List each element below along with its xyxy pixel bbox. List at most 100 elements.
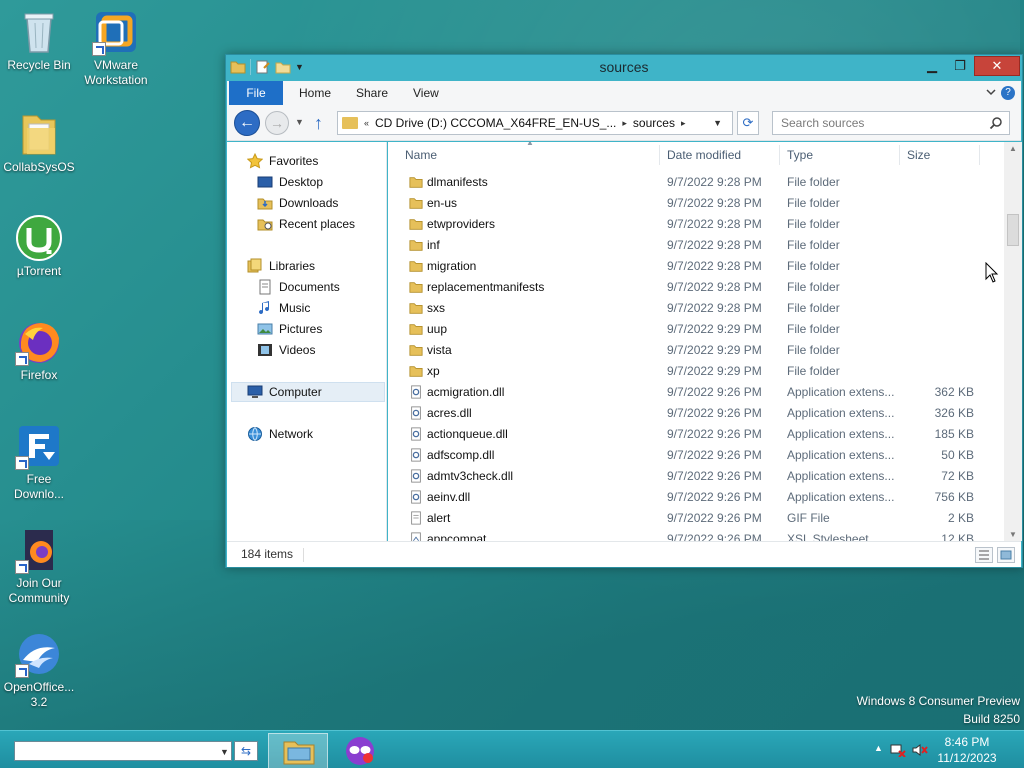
table-row[interactable]: sxs 9/7/2022 9:28 PM File folder [388, 298, 1004, 319]
desktop-icon-utorrent[interactable]: µTorrent [1, 214, 77, 279]
table-row[interactable]: vista 9/7/2022 9:29 PM File folder [388, 340, 1004, 361]
scroll-thumb[interactable] [1007, 214, 1019, 246]
table-row[interactable]: acmigration.dll 9/7/2022 9:26 PM Applicati… [388, 382, 1004, 403]
desktop-icon-collabsysos[interactable]: CollabSysOS [1, 110, 77, 175]
table-row[interactable]: admtv3check.dll 9/7/2022 9:26 PM Applicati… [388, 466, 1004, 487]
table-row[interactable]: dlmanifests 9/7/2022 9:28 PM File folder [388, 172, 1004, 193]
watermark-line-2: Build 8250 [963, 712, 1020, 726]
nav-videos[interactable]: Videos [257, 340, 315, 360]
expand-ribbon-icon[interactable] [985, 86, 997, 98]
up-button[interactable]: ↑ [314, 113, 323, 134]
file-size: 362 KB [934, 385, 974, 399]
table-row[interactable]: inf 9/7/2022 9:28 PM File folder [388, 235, 1004, 256]
breadcrumb-drive[interactable]: CD Drive (D:) CCCOMA_X64FRE_EN-US_... [375, 116, 616, 130]
column-divider[interactable] [899, 145, 900, 165]
nav-libraries[interactable]: Libraries [247, 256, 315, 276]
details-view-button[interactable] [975, 547, 993, 563]
nav-network[interactable]: Network [247, 424, 313, 444]
address-dropdown-icon[interactable]: ▼ [713, 118, 722, 128]
back-button[interactable]: ← [234, 110, 260, 136]
show-hidden-icons-icon[interactable]: ▲ [874, 743, 883, 753]
desktop-icon-free-download[interactable]: Free Downlo... [1, 422, 77, 502]
taskbar-go-button[interactable]: ⇆ [234, 741, 258, 761]
nav-desktop[interactable]: Desktop [257, 172, 323, 192]
desktop-icon-openoffice[interactable]: OpenOffice... 3.2 [1, 630, 77, 710]
column-divider[interactable] [779, 145, 780, 165]
column-divider[interactable] [979, 145, 980, 165]
taskbar-file-explorer-button[interactable] [268, 733, 328, 768]
large-icons-view-button[interactable] [997, 547, 1015, 563]
search-icon[interactable] [989, 116, 1003, 130]
nav-recent-places[interactable]: Recent places [257, 214, 355, 234]
volume-muted-icon[interactable] [912, 743, 928, 760]
firefox-document-icon [15, 526, 63, 574]
nav-downloads[interactable]: Downloads [257, 193, 338, 213]
desktop-icon-label: µTorrent [16, 264, 62, 278]
nav-music[interactable]: Music [257, 298, 310, 318]
network-status-icon[interactable] [890, 743, 906, 760]
file-name: xp [427, 364, 440, 378]
help-icon[interactable]: ? [1001, 86, 1015, 100]
pictures-icon [257, 323, 273, 335]
clock[interactable]: 8:46 PM 11/12/2023 [932, 734, 1002, 766]
nav-computer[interactable]: Computer [231, 382, 385, 402]
maximize-button[interactable]: ❐ [946, 56, 974, 76]
scroll-up-icon[interactable]: ▲ [1009, 144, 1017, 153]
taskbar-address-input[interactable] [14, 741, 232, 761]
tab-file[interactable]: File [229, 81, 283, 105]
column-header-size[interactable]: Size [907, 142, 930, 168]
file-icon [411, 427, 421, 441]
desktop-icon-vmware[interactable]: VMware Workstation [78, 8, 154, 88]
nav-documents[interactable]: Documents [257, 277, 340, 297]
column-header-name[interactable]: Name [405, 142, 437, 168]
table-row[interactable]: actionqueue.dll 9/7/2022 9:26 PM Applicati… [388, 424, 1004, 445]
nav-favorites[interactable]: Favorites [247, 151, 318, 171]
title-bar[interactable]: ▼ sources ▁ ❐ ✕ [226, 55, 1022, 81]
table-row[interactable]: aeinv.dll 9/7/2022 9:26 PM Application ext… [388, 487, 1004, 508]
file-list[interactable]: ▲ Name Date modified Type Size dlmanifes… [388, 142, 1004, 541]
forward-button[interactable]: → [265, 111, 289, 135]
explorer-window[interactable]: ▼ sources ▁ ❐ ✕ File Home Share View ? ←… [225, 54, 1023, 568]
file-date: 9/7/2022 9:26 PM [667, 469, 762, 483]
table-row[interactable]: acres.dll 9/7/2022 9:26 PM Application ext… [388, 403, 1004, 424]
file-date: 9/7/2022 9:26 PM [667, 385, 762, 399]
table-row[interactable]: replacementmanifests 9/7/2022 9:28 PM File… [388, 277, 1004, 298]
address-dropdown-icon[interactable]: ▼ [220, 747, 229, 757]
table-row[interactable]: xp 9/7/2022 9:29 PM File folder [388, 361, 1004, 382]
table-row[interactable]: appcompat 9/7/2022 9:26 PM XSL Stylesheet 1… [388, 529, 1004, 541]
nav-pictures[interactable]: Pictures [257, 319, 322, 339]
breadcrumb-chevron-icon[interactable]: « [364, 118, 369, 128]
minimize-button[interactable]: ▁ [918, 56, 946, 76]
table-row[interactable]: adfscomp.dll 9/7/2022 9:26 PM Application … [388, 445, 1004, 466]
table-row[interactable]: etwproviders 9/7/2022 9:28 PM File folder [388, 214, 1004, 235]
breadcrumb-sources[interactable]: sources [633, 116, 675, 130]
taskbar-app-button[interactable] [336, 733, 384, 768]
address-bar[interactable]: « CD Drive (D:) CCCOMA_X64FRE_EN-US_... … [337, 111, 733, 135]
close-button[interactable]: ✕ [974, 56, 1020, 76]
table-row[interactable]: en-us 9/7/2022 9:28 PM File folder [388, 193, 1004, 214]
shortcut-arrow-icon [15, 664, 29, 678]
recent-locations-chevron-icon[interactable]: ▼ [295, 117, 304, 127]
breadcrumb-chevron-icon[interactable]: ▸ [622, 118, 627, 129]
desktop-icon-join-community[interactable]: Join Our Community [1, 526, 77, 606]
table-row[interactable]: alert 9/7/2022 9:26 PM GIF File 2 KB [388, 508, 1004, 529]
table-row[interactable]: uup 9/7/2022 9:29 PM File folder [388, 319, 1004, 340]
breadcrumb-chevron-icon[interactable]: ▸ [681, 118, 686, 129]
tab-view[interactable]: View [399, 81, 453, 105]
tab-share[interactable]: Share [342, 81, 402, 105]
search-input[interactable]: Search sources [772, 111, 1010, 135]
scroll-down-icon[interactable]: ▼ [1009, 530, 1017, 539]
computer-icon [247, 385, 263, 398]
vertical-scrollbar[interactable]: ▲ ▼ [1004, 142, 1022, 541]
column-header-type[interactable]: Type [787, 142, 813, 168]
recycle-bin-icon [15, 8, 63, 56]
table-row[interactable]: migration 9/7/2022 9:28 PM File folder [388, 256, 1004, 277]
file-date: 9/7/2022 9:28 PM [667, 196, 762, 210]
desktop-icon-recycle-bin[interactable]: Recycle Bin [1, 8, 77, 73]
column-header-date-modified[interactable]: Date modified [667, 142, 741, 168]
desktop-icon-firefox[interactable]: Firefox [1, 318, 77, 383]
column-divider[interactable] [659, 145, 660, 165]
file-date: 9/7/2022 9:26 PM [667, 427, 762, 441]
refresh-button[interactable]: ⟳ [737, 111, 759, 135]
tab-home[interactable]: Home [285, 81, 345, 105]
